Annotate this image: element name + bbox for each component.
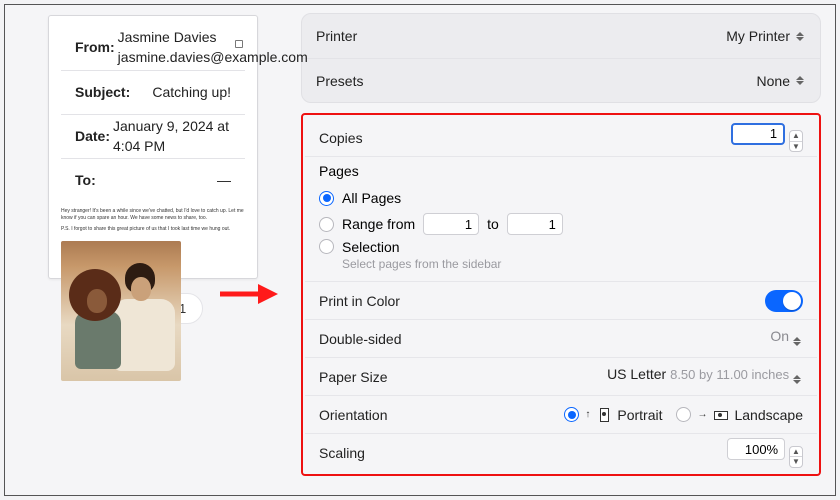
copies-stepper[interactable]: ▲▼ (789, 130, 803, 152)
range-from-input[interactable] (423, 213, 479, 235)
papersize-dimensions: 8.50 by 11.00 inches (670, 367, 789, 382)
color-label: Print in Color (319, 293, 400, 309)
orientation-row: Orientation ↑ Portrait → Landscape (305, 396, 817, 434)
print-options-group: Copies ▲▼ Pages All Pages Range from (301, 113, 821, 476)
pages-option-all[interactable]: All Pages (319, 185, 803, 211)
attachment-icon (235, 40, 243, 48)
presets-label: Presets (316, 73, 363, 89)
pages-option-range[interactable]: Range from to (319, 211, 803, 237)
landscape-icon (713, 407, 728, 422)
copies-input[interactable] (731, 123, 785, 145)
orientation-portrait-option[interactable]: ↑ Portrait (564, 407, 662, 423)
orientation-landscape-option[interactable]: → Landscape (676, 407, 803, 423)
thumb-email-header: From:Jasmine Davies jasmine.davies@examp… (61, 26, 245, 202)
papersize-row[interactable]: Paper Size US Letter 8.50 by 11.00 inche… (305, 358, 817, 396)
scaling-label: Scaling (319, 445, 365, 461)
pages-all-label: All Pages (342, 190, 401, 206)
pages-selection-hint: Select pages from the sidebar (342, 257, 501, 271)
radio-icon[interactable] (676, 407, 691, 422)
updown-icon (796, 29, 806, 43)
printer-presets-group: Printer My Printer Presets None (301, 13, 821, 103)
arrow-up-icon: ↑ (585, 409, 590, 420)
printer-row[interactable]: Printer My Printer (302, 14, 820, 58)
presets-row[interactable]: Presets None (302, 58, 820, 102)
pages-option-selection[interactable]: Selection Select pages from the sidebar (319, 237, 803, 271)
radio-icon[interactable] (564, 407, 579, 422)
doublesided-value: On (770, 328, 789, 344)
doublesided-row[interactable]: Double-sided On (305, 320, 817, 358)
pages-block: Pages All Pages Range from to (305, 157, 817, 282)
thumb-photo (61, 241, 181, 381)
papersize-label: Paper Size (319, 369, 387, 385)
printer-value: My Printer (726, 28, 790, 44)
color-row: Print in Color (305, 282, 817, 320)
copies-row: Copies ▲▼ (305, 119, 817, 157)
pages-range-label: Range from (342, 216, 415, 232)
thumb-body-text: Hey stranger! It's been a while since we… (61, 208, 245, 233)
arrow-right-icon: → (697, 409, 707, 420)
papersize-value: US Letter (607, 366, 666, 382)
scaling-input[interactable] (727, 438, 785, 460)
radio-icon[interactable] (319, 239, 334, 254)
range-to-label: to (487, 216, 499, 232)
portrait-icon (596, 407, 611, 422)
updown-icon (793, 335, 803, 349)
updown-icon (796, 74, 806, 88)
orientation-portrait-label: Portrait (617, 407, 662, 423)
scaling-row: Scaling ▲▼ (305, 434, 817, 472)
pages-selection-label: Selection (342, 239, 501, 255)
chevron-up-icon: ▲ (790, 131, 802, 142)
pages-title: Pages (319, 163, 803, 179)
orientation-landscape-label: Landscape (734, 407, 803, 423)
chevron-down-icon: ▼ (790, 142, 802, 152)
presets-value: None (757, 73, 790, 89)
printer-label: Printer (316, 28, 357, 44)
scaling-stepper[interactable]: ▲▼ (789, 446, 803, 468)
radio-icon[interactable] (319, 191, 334, 206)
chevron-down-icon: ▼ (790, 457, 802, 467)
range-to-input[interactable] (507, 213, 563, 235)
orientation-label: Orientation (319, 407, 387, 423)
doublesided-label: Double-sided (319, 331, 402, 347)
copies-label: Copies (319, 130, 363, 146)
radio-icon[interactable] (319, 217, 334, 232)
color-toggle[interactable] (765, 290, 803, 312)
chevron-up-icon: ▲ (790, 447, 802, 458)
preview-sidebar: From:Jasmine Davies jasmine.davies@examp… (5, 5, 295, 495)
print-settings-panel: Printer My Printer Presets None Co (295, 5, 835, 495)
updown-icon (793, 373, 803, 387)
page-thumbnail[interactable]: From:Jasmine Davies jasmine.davies@examp… (48, 15, 258, 279)
